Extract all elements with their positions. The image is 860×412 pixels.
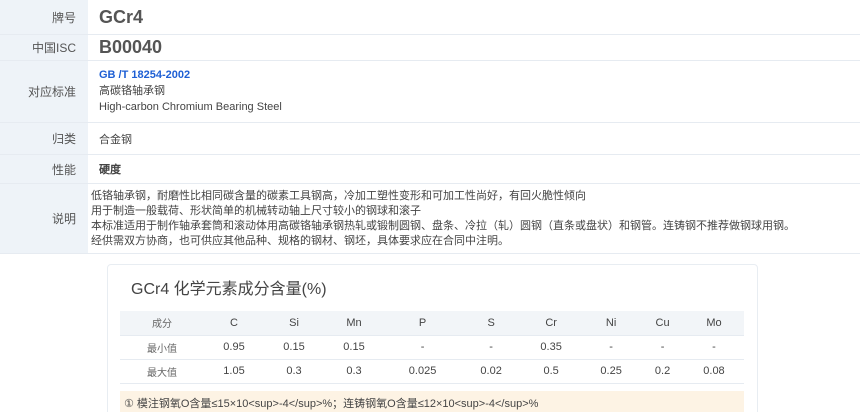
table-cell: 0.3 <box>264 359 325 384</box>
description-line: 低铬轴承钢，耐磨性比相同碳含量的碳素工具钢高，冷加工塑性变形和可加工性尚好，有回… <box>91 189 586 202</box>
table-cell: 0.5 <box>521 359 582 384</box>
standard-name-en: High-carbon Chromium Bearing Steel <box>99 101 282 113</box>
composition-note: ① 模注钢氧O含量≤15×10<sup>-4</sup>%；连铸钢氧O含量≤12… <box>120 391 744 412</box>
table-row: 最小值 0.95 0.15 0.15 - - 0.35 - - - <box>120 335 744 360</box>
description-line: 本标准适用于制作轴承套筒和滚动体用高碳铬轴承钢热轧或锻制圆钢、盘条、冷拉（轧）圆… <box>91 219 795 232</box>
table-cell: 0.25 <box>581 359 642 384</box>
isc-label: 中国ISC <box>0 35 88 60</box>
class-value: 合金钢 <box>99 133 132 146</box>
brand-label: 牌号 <box>0 0 88 34</box>
isc-value: B00040 <box>99 37 163 57</box>
standard-label: 对应标准 <box>0 61 88 122</box>
isc-row: 中国ISC B00040 <box>0 35 860 61</box>
col-header: Si <box>264 311 325 336</box>
description-line: 经供需双方协商，也可供应其他品种、规格的钢材、钢坯，具体要求应在合同中注明。 <box>91 234 509 247</box>
table-cell: 最大值 <box>120 359 205 384</box>
description-row: 说明 低铬轴承钢，耐磨性比相同碳含量的碳素工具钢高，冷加工塑性变形和可加工性尚好… <box>0 184 860 254</box>
table-cell: - <box>461 335 522 360</box>
table-cell: 0.08 <box>683 359 744 384</box>
table-cell: - <box>641 335 684 360</box>
table-cell: 0.35 <box>521 335 582 360</box>
table-cell: 0.3 <box>324 359 385 384</box>
performance-row: 性能 硬度 <box>0 155 860 184</box>
table-cell: 最小值 <box>120 335 205 360</box>
standard-name-cn: 高碳铬轴承钢 <box>99 85 165 97</box>
table-cell: 0.95 <box>204 335 265 360</box>
composition-title: GCr4 化学元素成分含量(%) <box>131 281 327 298</box>
col-header: S <box>461 311 522 336</box>
brand-row: 牌号 GCr4 <box>0 0 860 35</box>
col-header: C <box>204 311 265 336</box>
composition-card: GCr4 化学元素成分含量(%) 成分 C Si Mn P S Cr Ni Cu… <box>107 264 758 412</box>
col-header: Cu <box>641 311 684 336</box>
class-label: 归类 <box>0 123 88 154</box>
col-header: P <box>384 311 462 336</box>
table-cell: - <box>581 335 642 360</box>
table-row: 最大值 1.05 0.3 0.3 0.025 0.02 0.5 0.25 0.2… <box>120 359 744 384</box>
description-line: 用于制造一般载荷、形状简单的机械转动轴上尺寸较小的钢球和滚子 <box>91 204 421 217</box>
col-header: Ni <box>581 311 642 336</box>
description-label: 说明 <box>0 184 88 253</box>
table-cell: 0.15 <box>324 335 385 360</box>
standard-code-link[interactable]: GB /T 18254-2002 <box>99 68 860 83</box>
table-cell: - <box>683 335 744 360</box>
material-info-table: 牌号 GCr4 中国ISC B00040 对应标准 GB /T 18254-20… <box>0 0 860 254</box>
composition-note-text: 模注钢氧O含量≤15×10<sup>-4</sup>%；连铸钢氧O含量≤12×1… <box>136 398 539 410</box>
table-cell: 1.05 <box>204 359 265 384</box>
table-cell: 0.15 <box>264 335 325 360</box>
class-row: 归类 合金钢 <box>0 123 860 155</box>
col-header: 成分 <box>120 311 205 336</box>
table-cell: 0.2 <box>641 359 684 384</box>
col-header: Mn <box>324 311 385 336</box>
performance-value: 硬度 <box>99 164 121 176</box>
table-header-row: 成分 C Si Mn P S Cr Ni Cu Mo <box>120 311 744 336</box>
table-cell: 0.025 <box>384 359 462 384</box>
table-cell: 0.02 <box>461 359 522 384</box>
composition-table: 成分 C Si Mn P S Cr Ni Cu Mo 最小值 0.95 0.15… <box>120 311 744 384</box>
brand-value: GCr4 <box>99 6 144 27</box>
performance-label: 性能 <box>0 155 88 183</box>
standard-row: 对应标准 GB /T 18254-2002 高碳铬轴承钢 High-carbon… <box>0 61 860 123</box>
table-cell: - <box>384 335 462 360</box>
info-circle-icon: ① <box>124 397 134 410</box>
col-header: Mo <box>683 311 744 336</box>
col-header: Cr <box>521 311 582 336</box>
